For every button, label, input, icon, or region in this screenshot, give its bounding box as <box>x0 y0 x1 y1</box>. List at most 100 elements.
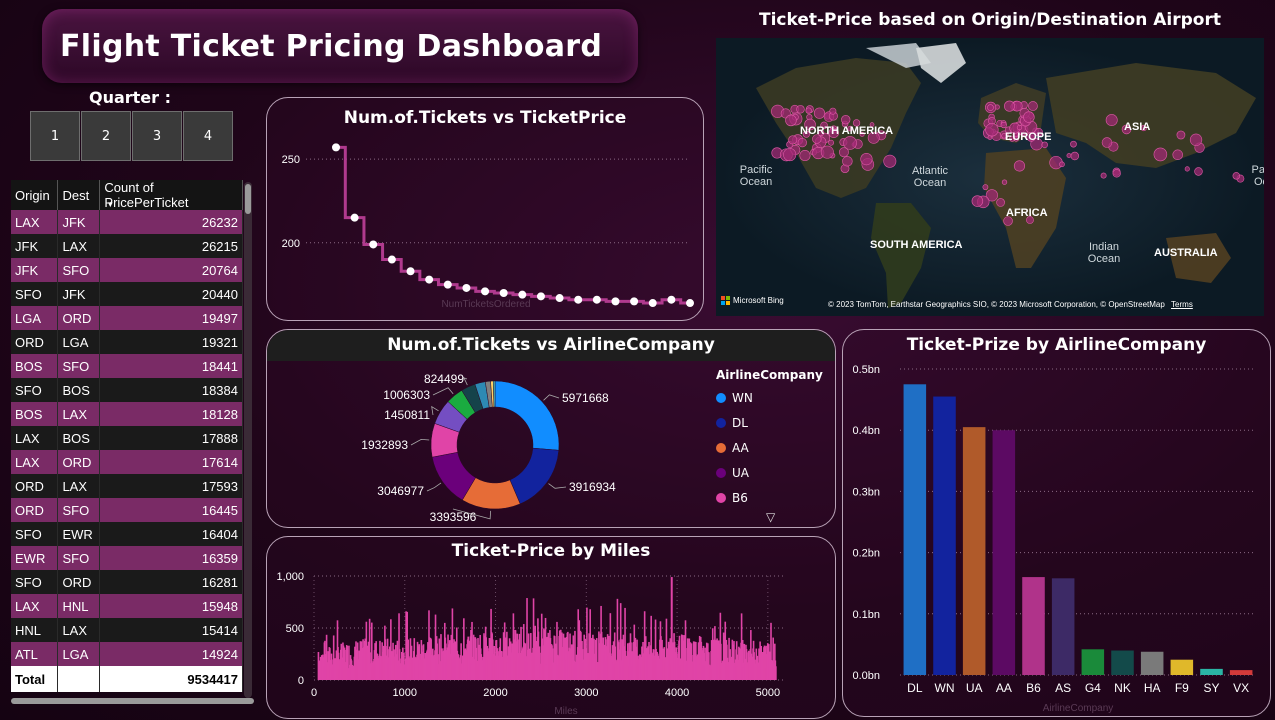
airline-bar-ha[interactable] <box>1140 651 1164 675</box>
airport-bubble[interactable] <box>829 107 837 115</box>
table-row[interactable]: JFK LAX 26215 <box>11 234 243 258</box>
legend-item[interactable]: B6 <box>716 485 826 510</box>
table-row[interactable]: BOS LAX 18128 <box>11 402 243 426</box>
column-header-dest[interactable]: Dest <box>57 180 101 210</box>
airline-bar-nk[interactable] <box>1111 650 1134 675</box>
donut-slice-dl[interactable] <box>509 447 560 505</box>
airport-bubble[interactable] <box>838 147 849 158</box>
airport-bubble[interactable] <box>1153 147 1168 162</box>
data-point[interactable] <box>350 213 359 222</box>
data-point[interactable] <box>387 255 396 264</box>
airport-bubble[interactable] <box>994 104 1000 110</box>
legend-item[interactable]: AA <box>716 435 826 460</box>
airport-bubble[interactable] <box>1176 130 1186 140</box>
miles-bar-peak[interactable] <box>670 577 673 680</box>
airline-bar-f9[interactable] <box>1170 659 1194 675</box>
legend-item[interactable]: DL <box>716 410 826 435</box>
airport-bubble[interactable] <box>820 145 834 159</box>
data-point[interactable] <box>611 297 620 306</box>
table-row[interactable]: ATL LGA 14924 <box>11 642 243 666</box>
table-row[interactable]: LAX ORD 17614 <box>11 450 243 474</box>
data-point[interactable] <box>462 283 471 292</box>
data-point[interactable] <box>481 287 490 296</box>
airport-bubble[interactable] <box>1172 149 1183 161</box>
airport-bubble[interactable] <box>785 114 797 127</box>
data-point[interactable] <box>518 290 527 299</box>
airport-bubble[interactable] <box>788 135 798 145</box>
airport-bubble[interactable] <box>1001 179 1008 185</box>
table-row[interactable]: JFK SFO 20764 <box>11 258 243 282</box>
data-point[interactable] <box>332 143 340 152</box>
data-point[interactable] <box>443 280 452 289</box>
airport-bubble[interactable] <box>1232 172 1241 180</box>
airport-bubble[interactable] <box>1189 133 1203 146</box>
table-row[interactable]: HNL LAX 15414 <box>11 618 243 642</box>
airport-bubble[interactable] <box>1066 153 1072 159</box>
data-point[interactable] <box>648 299 657 308</box>
airport-bubble[interactable] <box>1100 172 1107 179</box>
airport-bubble[interactable] <box>1101 137 1113 148</box>
airport-bubble[interactable] <box>799 149 811 162</box>
data-point[interactable] <box>630 297 639 306</box>
column-header-count[interactable]: Count of PricePerTicket ▼ <box>99 180 243 210</box>
airport-bubble[interactable] <box>1070 140 1077 148</box>
airport-bubble[interactable] <box>1194 167 1203 176</box>
table-row[interactable]: SFO ORD 16281 <box>11 570 243 594</box>
airline-bar-wn[interactable] <box>933 396 956 675</box>
airport-price-map[interactable]: NORTH AMERICA EUROPE ASIA AFRICA SOUTH A… <box>716 38 1264 316</box>
airport-bubble[interactable] <box>1112 169 1121 178</box>
table-row[interactable]: EWR SFO 16359 <box>11 546 243 570</box>
airport-bubble[interactable] <box>971 195 984 207</box>
airport-bubble[interactable] <box>1105 114 1118 127</box>
quarter-button-4[interactable]: 4 <box>183 111 233 161</box>
donut-slice-wn[interactable] <box>494 380 560 451</box>
airport-bubble[interactable] <box>797 137 807 148</box>
airport-bubble[interactable] <box>813 107 826 119</box>
table-row[interactable]: SFO BOS 18384 <box>11 378 243 402</box>
data-point[interactable] <box>555 294 564 303</box>
table-row[interactable]: ORD SFO 16445 <box>11 498 243 522</box>
table-row[interactable]: ORD LGA 19321 <box>11 330 243 354</box>
table-row[interactable]: SFO JFK 20440 <box>11 282 243 306</box>
table-scroll-thumb[interactable] <box>245 184 251 214</box>
table-row[interactable]: LGA ORD 19497 <box>11 306 243 330</box>
table-row[interactable]: BOS SFO 18441 <box>11 354 243 378</box>
airport-bubble[interactable] <box>987 104 994 111</box>
data-point[interactable] <box>592 295 601 304</box>
table-vertical-scrollbar[interactable] <box>244 182 252 698</box>
legend-scroll-down-icon[interactable]: ▽ <box>766 510 775 524</box>
data-point[interactable] <box>536 292 545 301</box>
airport-bubble[interactable] <box>843 136 857 150</box>
airport-bubble[interactable] <box>796 105 805 114</box>
data-point[interactable] <box>425 275 434 284</box>
airport-bubble[interactable] <box>860 153 873 166</box>
table-row[interactable]: LAX JFK 26232 <box>11 210 243 234</box>
airport-bubble[interactable] <box>805 107 812 114</box>
airport-bubble[interactable] <box>985 123 999 137</box>
quarter-button-3[interactable]: 3 <box>132 111 182 161</box>
airport-bubble[interactable] <box>1070 151 1080 161</box>
airline-bar-dl[interactable] <box>903 384 927 675</box>
airport-bubble[interactable] <box>1016 124 1023 131</box>
airport-bubble[interactable] <box>783 148 797 162</box>
airline-bar-sy[interactable] <box>1200 668 1223 675</box>
airport-bubble[interactable] <box>996 198 1005 207</box>
airline-bar-as[interactable] <box>1051 578 1075 675</box>
airport-bubble[interactable] <box>1023 111 1035 123</box>
airport-bubble[interactable] <box>1000 121 1007 129</box>
airport-bubble[interactable] <box>883 154 897 168</box>
quarter-button-2[interactable]: 2 <box>81 111 131 161</box>
airline-bar-g4[interactable] <box>1081 649 1105 675</box>
airport-bubble[interactable] <box>1184 166 1190 172</box>
airport-bubble[interactable] <box>982 184 989 191</box>
data-point[interactable] <box>574 295 583 304</box>
data-point[interactable] <box>499 289 508 297</box>
data-point[interactable] <box>686 299 694 308</box>
data-point[interactable] <box>406 267 415 276</box>
data-point[interactable] <box>369 240 378 249</box>
airline-bar-ua[interactable] <box>962 427 986 675</box>
data-point[interactable] <box>667 295 676 304</box>
map-terms-link[interactable]: Terms <box>1171 300 1193 309</box>
table-horizontal-scrollbar[interactable] <box>11 698 254 704</box>
column-header-origin[interactable]: Origin <box>11 180 59 210</box>
